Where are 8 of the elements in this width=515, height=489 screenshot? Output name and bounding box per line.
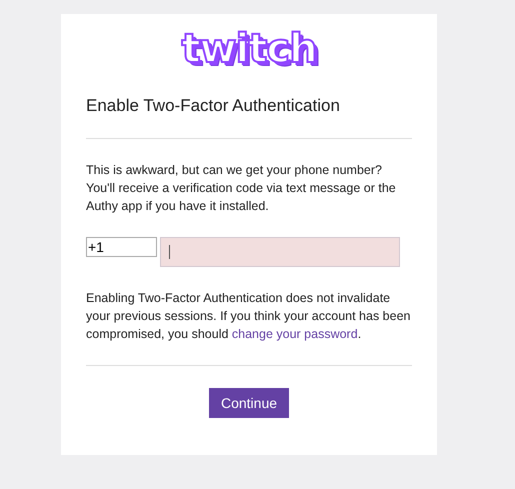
continue-button[interactable]: Continue [208, 388, 290, 418]
phone-number-field[interactable] [160, 237, 400, 267]
country-code-field[interactable]: +1 [86, 237, 157, 257]
change-password-link[interactable]: change your password [232, 327, 358, 341]
note-text: Enabling Two-Factor Authentication does not invalidate your previous sessions. If you think your account has been compromised, you should change your password. [86, 290, 412, 343]
intro-text: This is awkward, but can we get your phone number? You'll receive a verification code via text message or the Authy app if you have it installed. [86, 162, 397, 215]
dialog-title: Enable Two-Factor Authentication [86, 96, 341, 116]
twitch-logo: twitch [181, 28, 317, 70]
